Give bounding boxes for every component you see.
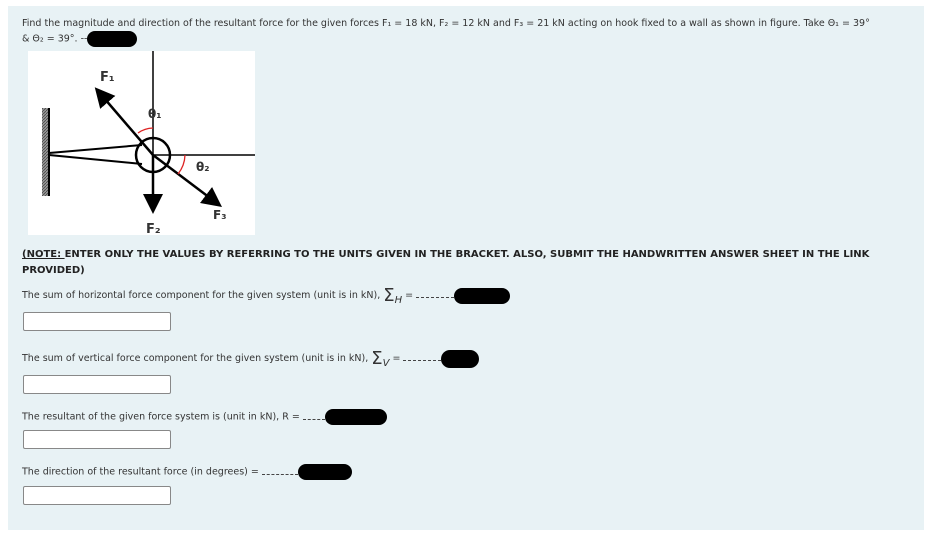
question-line-1: Find the magnitude and direction of the … (22, 18, 870, 29)
wall (42, 108, 48, 196)
f2-label: F₂ (146, 222, 161, 235)
force-diagram: F₁ θ₁ θ₂ F₃ F₂ (28, 51, 255, 237)
note-prefix: (NOTE: (22, 249, 65, 260)
question-text: Find the magnitude and direction of the … (22, 16, 917, 47)
note-text: ENTER ONLY THE VALUES BY REFERRING TO TH… (22, 249, 870, 276)
theta2-arc (177, 154, 186, 175)
f1-arrow (94, 87, 154, 156)
horizontal-sum-input[interactable] (23, 312, 171, 331)
question-1: The sum of horizontal force component fo… (22, 285, 511, 306)
note: (NOTE: ENTER ONLY THE VALUES BY REFERRIN… (22, 247, 912, 279)
theta1-label: θ₁ (148, 107, 162, 121)
f3-label: F₃ (213, 208, 226, 222)
theta2-label: θ₂ (196, 160, 210, 174)
question-line-2: & Θ₂ = 39°. -- (22, 33, 88, 45)
redaction (441, 349, 480, 368)
question-3: The resultant of the given force system … (22, 409, 387, 425)
question-2: The sum of vertical force component for … (22, 348, 480, 369)
vertical-sum-input[interactable] (23, 375, 171, 394)
redaction (454, 287, 511, 304)
f1-label: F₁ (100, 70, 115, 85)
resultant-input[interactable] (23, 430, 171, 449)
direction-input[interactable] (23, 486, 171, 505)
redaction (297, 464, 352, 480)
theta1-arc (137, 127, 154, 134)
redaction (87, 31, 138, 47)
redaction (324, 409, 387, 425)
question-panel: Find the magnitude and direction of the … (8, 6, 924, 530)
question-4: The direction of the resultant force (in… (22, 464, 352, 480)
